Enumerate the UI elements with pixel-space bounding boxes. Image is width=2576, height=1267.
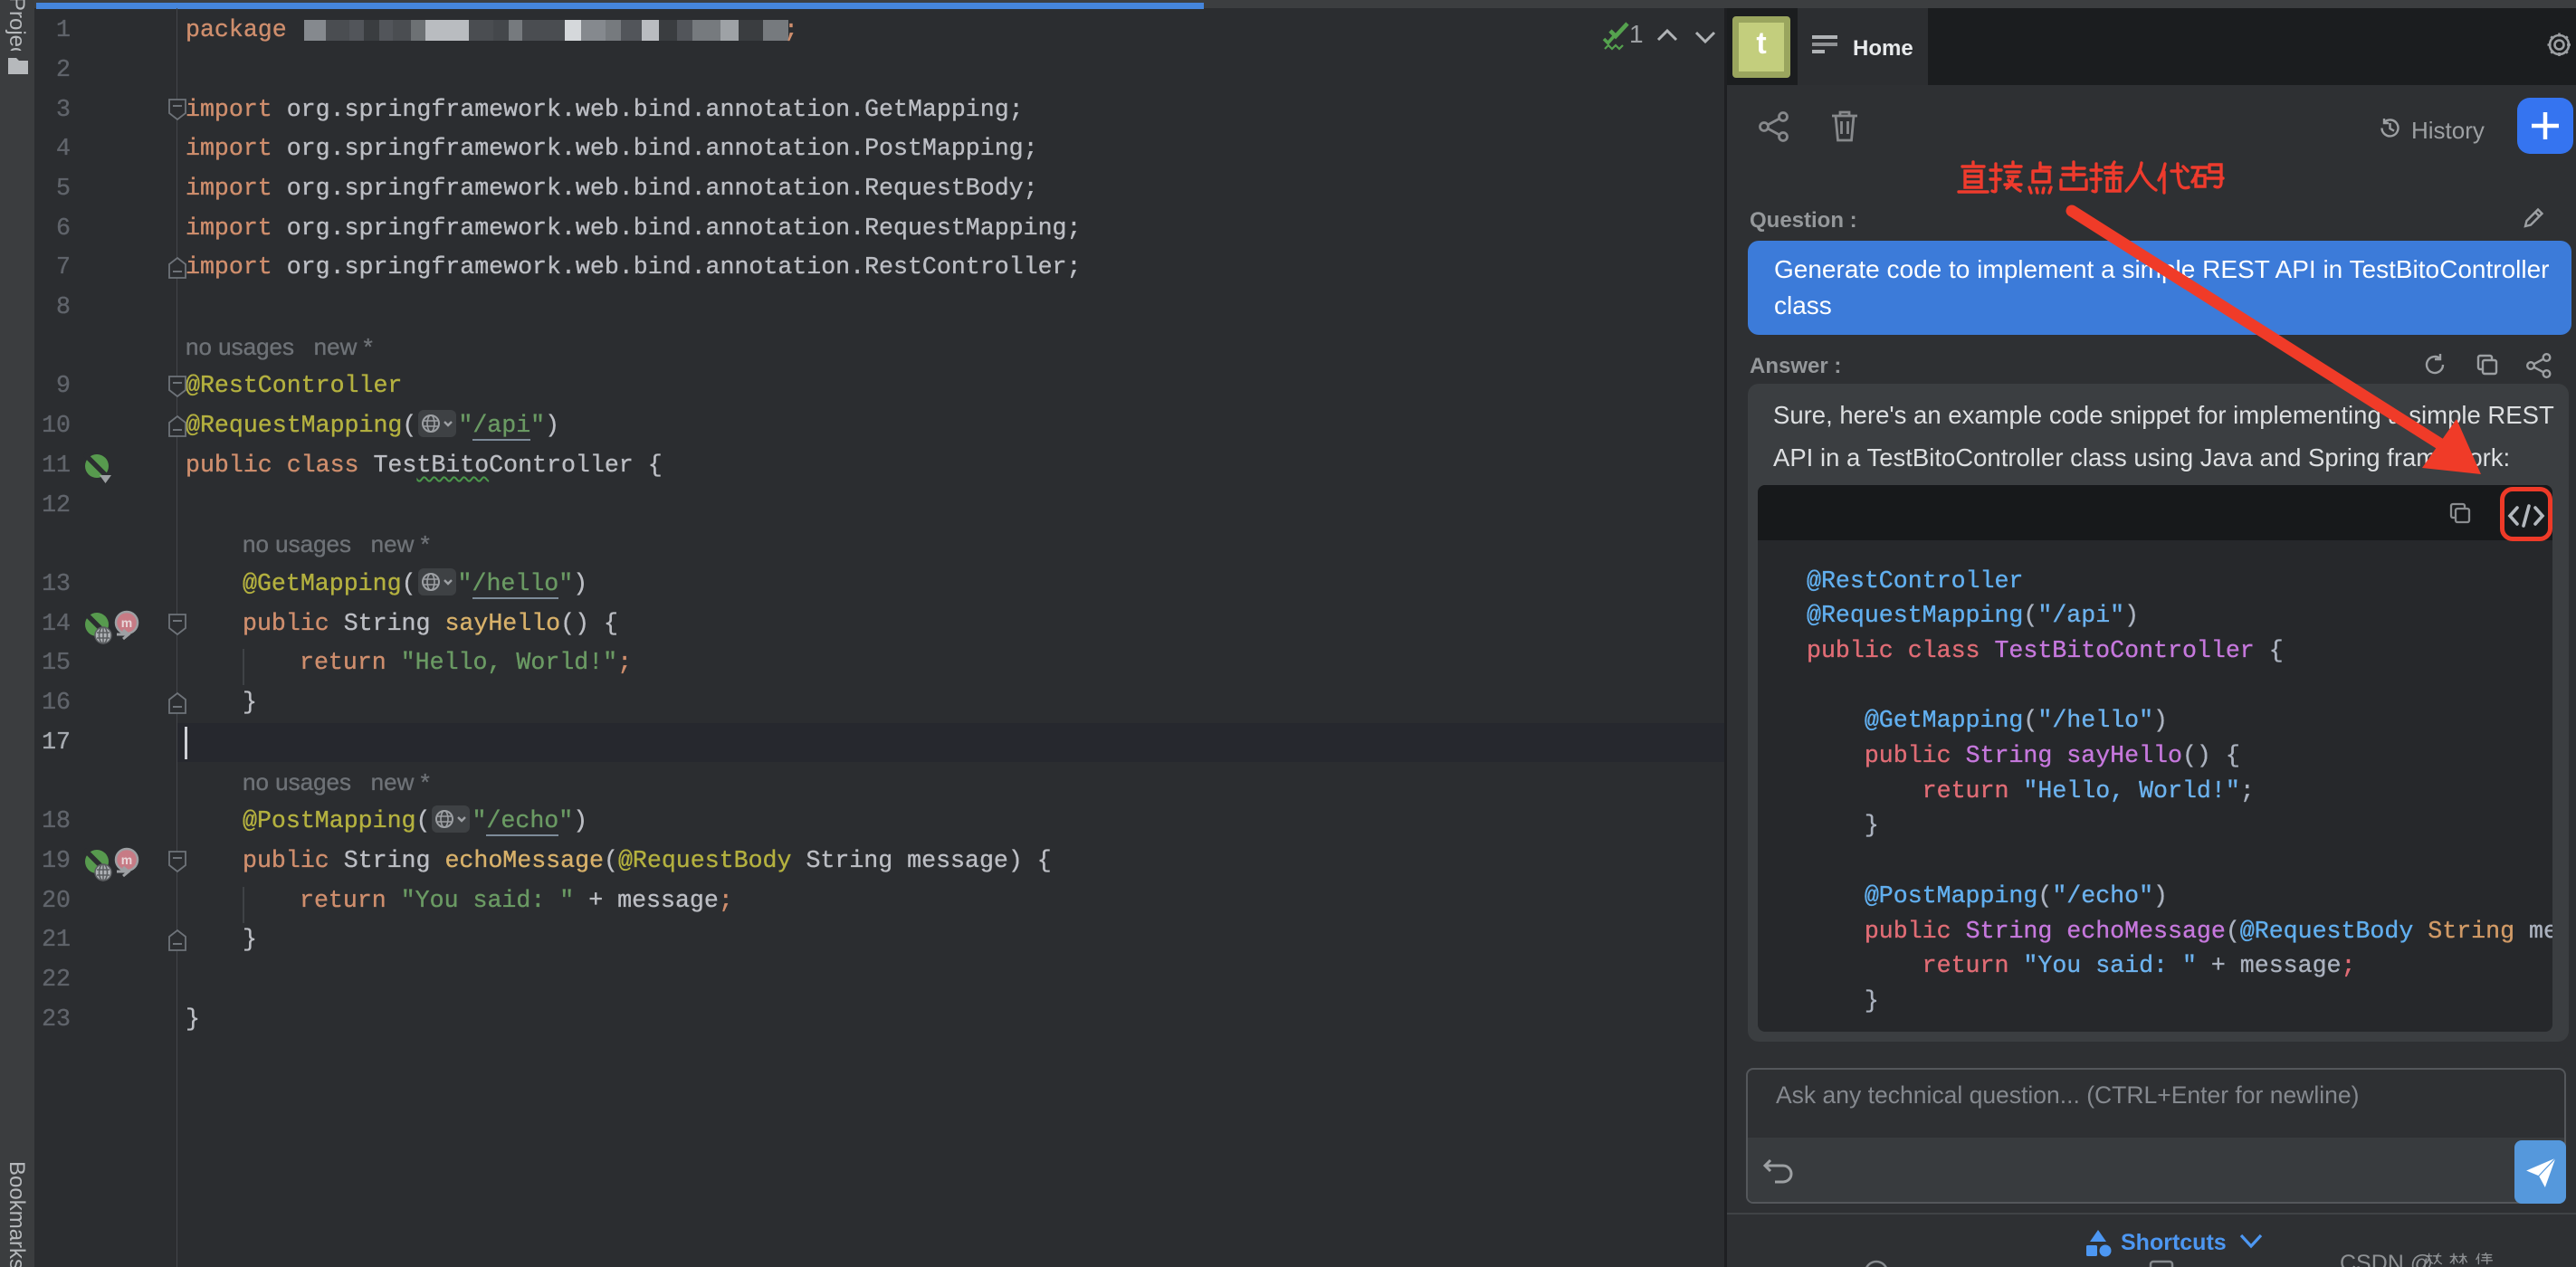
svg-text:m: m	[121, 853, 132, 867]
svg-text:m: m	[121, 615, 132, 630]
